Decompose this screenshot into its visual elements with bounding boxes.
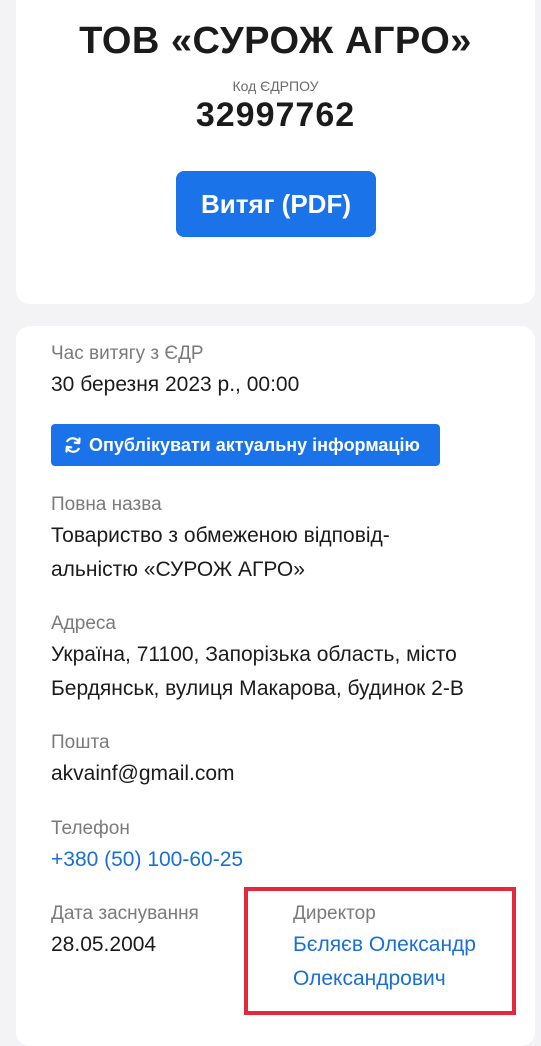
publish-info-label: Опублікувати актуальну інформацію <box>89 434 420 455</box>
download-pdf-button[interactable]: Витяг (PDF) <box>176 171 376 237</box>
edrpou-code-label: Код ЄДРПОУ <box>232 78 319 94</box>
full-name-line1: Товариство з обмеженою відповід- <box>51 524 390 547</box>
edrpou-code-value: 32997762 <box>195 96 356 134</box>
extract-time-label: Час витягу з ЄДР <box>51 343 204 364</box>
address-line2: Бердянськ, вулиця Макарова, будинок 2-В <box>51 677 464 700</box>
extract-time-value: 30 березня 2023 р., 00:00 <box>51 373 300 396</box>
company-title: ТОВ «СУРОЖ АГРО» <box>79 20 472 62</box>
email-value: akvainf@gmail.com <box>51 762 235 785</box>
company-header-card: ТОВ «СУРОЖ АГРО» Код ЄДРПОУ 32997762 Вит… <box>16 0 535 304</box>
phone-link[interactable]: +380 (50) 100-60-25 <box>51 843 243 877</box>
director-highlight-box <box>244 887 516 1015</box>
address-line1: Україна, 71100, Запорізька область, міст… <box>51 643 457 666</box>
refresh-icon <box>63 435 83 455</box>
address-label: Адреса <box>51 613 116 634</box>
phone-label: Телефон <box>51 818 130 839</box>
founded-label: Дата заснування <box>51 903 199 924</box>
full-name-label: Повна назва <box>51 494 162 515</box>
founded-value: 28.05.2004 <box>51 933 157 956</box>
full-name-line2: альністю «СУРОЖ АГРО» <box>51 558 305 581</box>
email-label: Пошта <box>51 732 110 753</box>
publish-info-button[interactable]: Опублікувати актуальну інформацію <box>51 424 440 466</box>
